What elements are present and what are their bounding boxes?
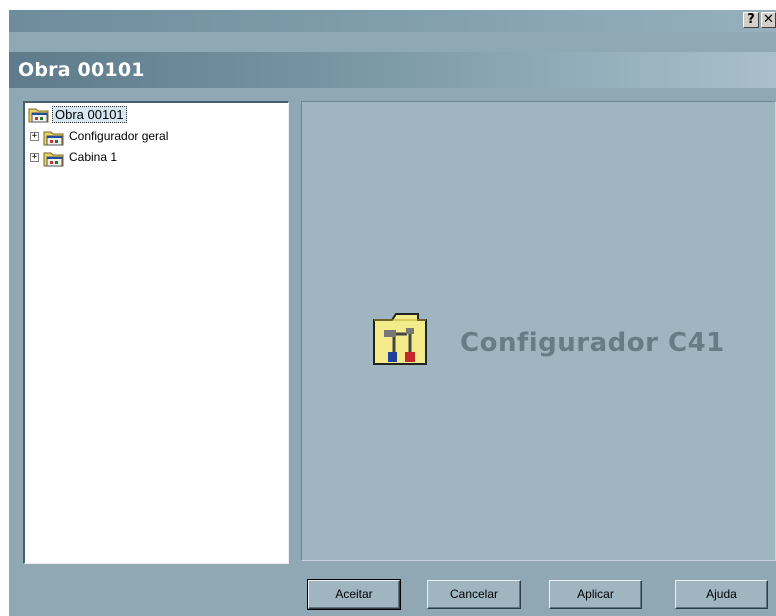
- content-panel: Configurador C41: [301, 101, 776, 561]
- tree-node-label: Obra 00101: [52, 106, 127, 123]
- folder-settings-icon: [28, 108, 49, 123]
- dialog-window: ? ✕ Obra 00101 Obra 00101 + Configurador…: [9, 10, 776, 616]
- folder-settings-icon: [43, 152, 64, 167]
- app-logo-text: Configurador C41: [460, 328, 725, 358]
- tree-node-label: Configurador geral: [69, 129, 169, 143]
- expand-icon[interactable]: +: [30, 153, 39, 162]
- tree-node-cabina-1[interactable]: + Cabina 1: [28, 148, 228, 168]
- cancel-button[interactable]: Cancelar: [427, 580, 521, 609]
- folder-settings-icon: [43, 131, 64, 146]
- tools-folder-icon: [373, 313, 427, 365]
- help-button[interactable]: Ajuda: [675, 580, 768, 609]
- tree-node-label: Cabina 1: [69, 150, 118, 164]
- title-bar: ? ✕: [9, 10, 776, 32]
- accept-button[interactable]: Aceitar: [307, 579, 401, 610]
- help-icon-button[interactable]: ?: [743, 12, 759, 28]
- expand-icon[interactable]: +: [30, 132, 39, 141]
- header-bar: Obra 00101: [9, 52, 776, 88]
- apply-button[interactable]: Aplicar: [549, 580, 642, 609]
- project-tree[interactable]: Obra 00101 + Configurador geral + Cabina…: [23, 101, 289, 564]
- page-title: Obra 00101: [18, 59, 145, 81]
- tree-node-configurador-geral[interactable]: + Configurador geral: [28, 127, 228, 147]
- close-icon-button[interactable]: ✕: [761, 12, 776, 28]
